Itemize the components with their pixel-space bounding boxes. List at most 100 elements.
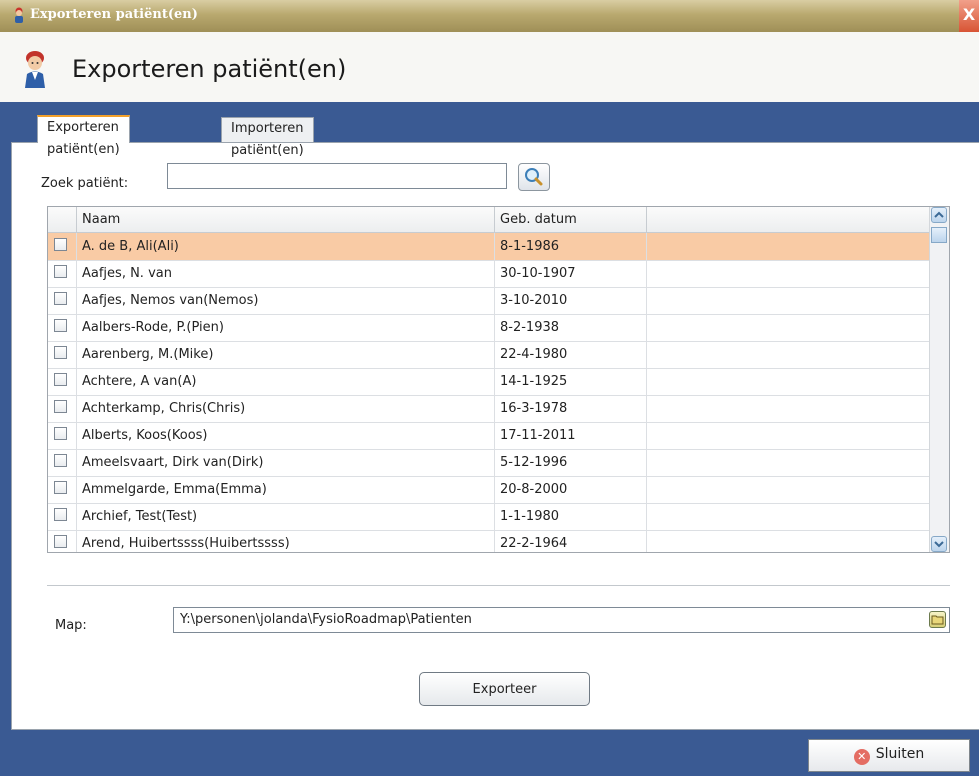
chevron-up-icon bbox=[934, 211, 944, 218]
table-row[interactable]: Aarenberg, M.(Mike) 22-4-1980 bbox=[48, 341, 930, 369]
map-path-value: Y:\personen\jolanda\FysioRoadmap\Patient… bbox=[180, 612, 472, 627]
cell-geb-datum: 20-8-2000 bbox=[495, 476, 647, 503]
cell-naam: Aalbers-Rode, P.(Pien) bbox=[77, 314, 495, 341]
table-row[interactable]: Arend, Huibertssss(Huibertssss) 22-2-1964 bbox=[48, 530, 930, 552]
table-row[interactable]: Achtere, A van(A) 14-1-1925 bbox=[48, 368, 930, 396]
cell-naam: Arend, Huibertssss(Huibertssss) bbox=[77, 530, 495, 552]
folder-icon bbox=[931, 615, 944, 625]
row-checkbox[interactable] bbox=[54, 508, 67, 521]
search-label: Zoek patiënt: bbox=[41, 176, 129, 191]
cell-geb-datum: 17-11-2011 bbox=[495, 422, 647, 449]
cell-naam: Archief, Test(Test) bbox=[77, 503, 495, 530]
row-checkbox-cell bbox=[48, 287, 77, 314]
row-checkbox-cell bbox=[48, 341, 77, 368]
cell-empty bbox=[647, 395, 930, 422]
browse-folder-button[interactable] bbox=[929, 611, 946, 628]
scroll-up-button[interactable] bbox=[931, 207, 947, 223]
row-checkbox[interactable] bbox=[54, 292, 67, 305]
row-checkbox[interactable] bbox=[54, 427, 67, 440]
tab-exporteren[interactable]: Exporteren patiënt(en) bbox=[37, 115, 130, 157]
table-row[interactable]: Aalbers-Rode, P.(Pien) 8-2-1938 bbox=[48, 314, 930, 342]
table-header: Naam Geb. datum bbox=[48, 207, 930, 233]
cell-geb-datum: 1-1-1980 bbox=[495, 503, 647, 530]
vertical-scrollbar[interactable] bbox=[929, 207, 949, 552]
row-checkbox-cell bbox=[48, 395, 77, 422]
cell-empty bbox=[647, 314, 930, 341]
map-label: Map: bbox=[55, 618, 87, 633]
chevron-down-icon bbox=[934, 541, 944, 548]
header-checkbox-column bbox=[48, 207, 77, 232]
table-row[interactable]: Achterkamp, Chris(Chris) 16-3-1978 bbox=[48, 395, 930, 423]
tab-importeren[interactable]: Importeren patiënt(en) bbox=[221, 117, 314, 158]
page-title: Exporteren patiënt(en) bbox=[72, 55, 347, 83]
row-checkbox[interactable] bbox=[54, 454, 67, 467]
cell-empty bbox=[647, 530, 930, 552]
row-checkbox[interactable] bbox=[54, 535, 67, 548]
cell-naam: Aarenberg, M.(Mike) bbox=[77, 341, 495, 368]
cell-geb-datum: 22-4-1980 bbox=[495, 341, 647, 368]
row-checkbox-cell bbox=[48, 422, 77, 449]
row-checkbox-cell bbox=[48, 530, 77, 552]
patient-table: Naam Geb. datum A. de B, Ali(Ali) 8-1-198… bbox=[47, 206, 950, 553]
cell-empty bbox=[647, 449, 930, 476]
cell-geb-datum: 5-12-1996 bbox=[495, 449, 647, 476]
cell-empty bbox=[647, 287, 930, 314]
table-row[interactable]: Alberts, Koos(Koos) 17-11-2011 bbox=[48, 422, 930, 450]
dialog-header: Exporteren patiënt(en) bbox=[0, 32, 979, 102]
scroll-down-button[interactable] bbox=[931, 536, 947, 552]
cell-naam: Alberts, Koos(Koos) bbox=[77, 422, 495, 449]
table-row[interactable]: Archief, Test(Test) 1-1-1980 bbox=[48, 503, 930, 531]
column-header-geb-datum[interactable]: Geb. datum bbox=[495, 207, 647, 232]
search-button[interactable] bbox=[518, 163, 550, 191]
title-bar: Exporteren patiënt(en) X bbox=[0, 0, 979, 32]
cell-naam: Aafjes, Nemos van(Nemos) bbox=[77, 287, 495, 314]
row-checkbox[interactable] bbox=[54, 346, 67, 359]
map-path-field[interactable]: Y:\personen\jolanda\FysioRoadmap\Patient… bbox=[173, 607, 950, 633]
row-checkbox[interactable] bbox=[54, 373, 67, 386]
cell-naam: Achtere, A van(A) bbox=[77, 368, 495, 395]
cell-geb-datum: 8-2-1938 bbox=[495, 314, 647, 341]
row-checkbox[interactable] bbox=[54, 319, 67, 332]
window-title: Exporteren patiënt(en) bbox=[30, 7, 198, 22]
column-header-empty bbox=[647, 207, 930, 232]
table-row[interactable]: Aafjes, Nemos van(Nemos) 3-10-2010 bbox=[48, 287, 930, 315]
column-header-naam[interactable]: Naam bbox=[77, 207, 495, 232]
close-button-label: Sluiten bbox=[875, 746, 925, 762]
row-checkbox[interactable] bbox=[54, 481, 67, 494]
row-checkbox-cell bbox=[48, 476, 77, 503]
table-row[interactable]: Aafjes, N. van 30-10-1907 bbox=[48, 260, 930, 288]
cell-geb-datum: 14-1-1925 bbox=[495, 368, 647, 395]
cell-geb-datum: 16-3-1978 bbox=[495, 395, 647, 422]
magnifier-icon bbox=[525, 168, 543, 186]
cell-empty bbox=[647, 476, 930, 503]
row-checkbox-cell bbox=[48, 233, 77, 260]
cell-empty bbox=[647, 422, 930, 449]
close-button[interactable]: ✕ Sluiten bbox=[808, 739, 970, 772]
table-row[interactable]: A. de B, Ali(Ali) 8-1-1986 bbox=[48, 233, 930, 261]
cell-geb-datum: 30-10-1907 bbox=[495, 260, 647, 287]
cell-empty bbox=[647, 233, 930, 260]
cell-empty bbox=[647, 503, 930, 530]
row-checkbox[interactable] bbox=[54, 238, 67, 251]
doctor-icon bbox=[15, 7, 23, 23]
row-checkbox-cell bbox=[48, 449, 77, 476]
table-row[interactable]: Ammelgarde, Emma(Emma) 20-8-2000 bbox=[48, 476, 930, 504]
export-button[interactable]: Exporteer bbox=[419, 672, 590, 706]
window-close-button[interactable]: X bbox=[959, 0, 979, 32]
close-circle-icon: ✕ bbox=[853, 749, 870, 765]
table-row[interactable]: Ameelsvaart, Dirk van(Dirk) 5-12-1996 bbox=[48, 449, 930, 477]
cell-naam: Ammelgarde, Emma(Emma) bbox=[77, 476, 495, 503]
cell-naam: Ameelsvaart, Dirk van(Dirk) bbox=[77, 449, 495, 476]
row-checkbox[interactable] bbox=[54, 400, 67, 413]
doctor-avatar-icon bbox=[25, 51, 45, 88]
cell-naam: Achterkamp, Chris(Chris) bbox=[77, 395, 495, 422]
cell-naam: A. de B, Ali(Ali) bbox=[77, 233, 495, 260]
cell-geb-datum: 3-10-2010 bbox=[495, 287, 647, 314]
row-checkbox-cell bbox=[48, 260, 77, 287]
row-checkbox[interactable] bbox=[54, 265, 67, 278]
row-checkbox-cell bbox=[48, 368, 77, 395]
scroll-thumb[interactable] bbox=[931, 227, 947, 243]
cell-geb-datum: 8-1-1986 bbox=[495, 233, 647, 260]
search-input[interactable] bbox=[167, 163, 507, 189]
row-checkbox-cell bbox=[48, 503, 77, 530]
